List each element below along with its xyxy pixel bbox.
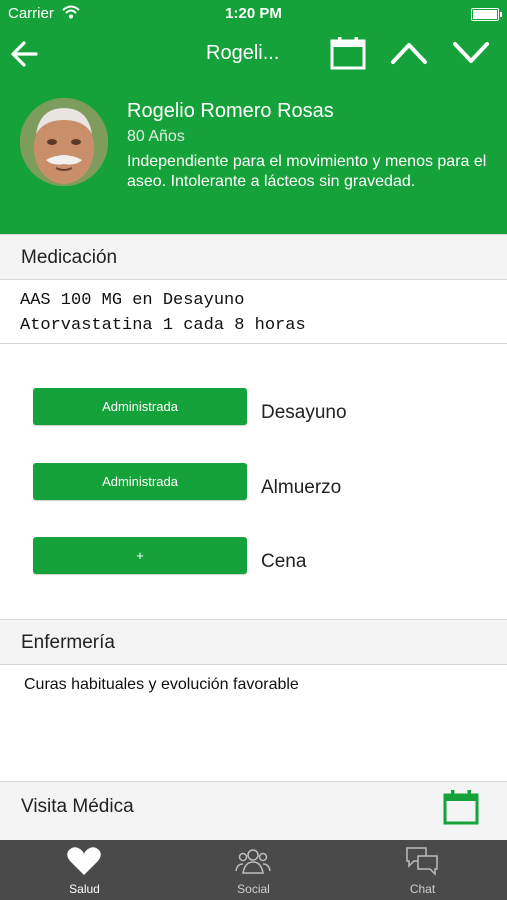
chat-bubbles-icon [406, 847, 438, 876]
medical-visit-label: Visita Médica [21, 796, 134, 817]
back-arrow-icon[interactable] [10, 40, 40, 68]
tab-label: Social [237, 882, 270, 896]
heart-icon [67, 847, 101, 875]
patient-age: 80 Años [127, 128, 185, 145]
dinner-add-button[interactable]: + [33, 537, 247, 574]
calendar-icon[interactable] [443, 789, 479, 825]
nursing-section-header: Enfermería [0, 619, 507, 665]
divider [0, 343, 507, 344]
breakfast-label: Desayuno [261, 402, 347, 423]
tab-bar: Salud Social Chat [0, 840, 507, 900]
avatar [20, 98, 108, 186]
breakfast-administered-button[interactable]: Administrada [33, 388, 247, 425]
medication-section-header: Medicación [0, 234, 507, 280]
battery-icon [471, 8, 502, 21]
medication-line: Atorvastatina 1 cada 8 horas [20, 316, 306, 335]
nursing-notes: Curas habituales y evolución favorable [24, 676, 299, 693]
chevron-down-icon[interactable] [452, 40, 490, 66]
lunch-administered-button[interactable]: Administrada [33, 463, 247, 500]
page-title: Rogeli... [206, 42, 280, 64]
people-icon [235, 849, 271, 874]
tab-salud[interactable]: Salud [0, 840, 169, 900]
tab-social[interactable]: Social [169, 840, 338, 900]
tab-label: Salud [69, 882, 100, 896]
patient-header: Rogeli... Rogelio Romero Rosas 80 Años I… [0, 28, 507, 234]
tab-label: Chat [409, 882, 436, 896]
patient-name: Rogelio Romero Rosas [127, 100, 334, 122]
chevron-up-icon[interactable] [390, 40, 428, 66]
medical-visit-section-header: Visita Médica [0, 781, 507, 840]
status-bar: Carrier 1:20 PM [0, 0, 507, 28]
dinner-label: Cena [261, 551, 307, 572]
calendar-icon[interactable] [330, 36, 366, 70]
tab-chat[interactable]: Chat [338, 840, 507, 900]
patient-description: Independiente para el movimiento y menos… [127, 153, 487, 190]
medication-line: AAS 100 MG en Desayuno [20, 291, 245, 310]
lunch-label: Almuerzo [261, 477, 342, 498]
medication-list: AAS 100 MG en Desayuno Atorvastatina 1 ca… [20, 288, 306, 338]
clock: 1:20 PM [225, 5, 282, 22]
